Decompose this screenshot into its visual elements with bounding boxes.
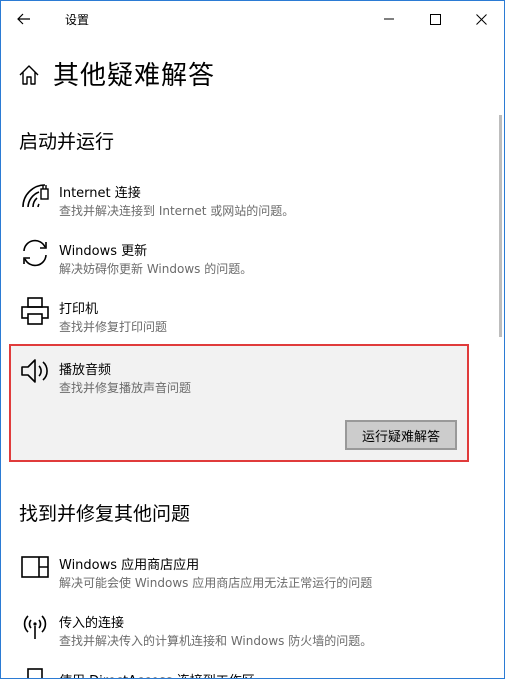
item-description: 查找并解决连接到 Internet 或网站的问题。 bbox=[59, 204, 295, 218]
troubleshooter-internet[interactable]: Internet 连接 查找并解决连接到 Internet 或网站的问题。 bbox=[9, 173, 469, 229]
item-description: 查找并修复播放声音问题 bbox=[59, 381, 192, 395]
refresh-icon bbox=[23, 239, 47, 267]
troubleshooter-directaccess[interactable]: 使用 DirectAccess 连接到工作区 bbox=[9, 661, 469, 678]
close-icon bbox=[475, 13, 487, 25]
window-split-icon bbox=[21, 556, 49, 578]
wifi-icon bbox=[22, 184, 49, 208]
troubleshooter-windows-update[interactable]: Windows 更新 解决妨碍你更新 Windows 的问题。 bbox=[9, 231, 469, 287]
back-arrow-icon bbox=[17, 13, 30, 25]
troubleshooter-printer[interactable]: 打印机 查找并修复打印问题 bbox=[9, 289, 469, 345]
item-description: 解决可能会使 Windows 应用商店应用无法正常运行的问题 bbox=[59, 576, 373, 590]
close-button[interactable] bbox=[458, 1, 504, 37]
item-title: Windows 应用商店应用 bbox=[59, 558, 200, 573]
printer-icon bbox=[21, 297, 49, 325]
troubleshooter-audio[interactable]: 播放音频 查找并修复播放声音问题 运行疑难解答 bbox=[9, 344, 469, 462]
minimize-button[interactable] bbox=[366, 1, 412, 37]
item-title: Windows 更新 bbox=[59, 244, 148, 259]
window-title: 设置 bbox=[65, 13, 90, 27]
item-title: 播放音频 bbox=[59, 363, 112, 378]
page-title: 其他疑难解答 bbox=[53, 61, 216, 91]
workplace-icon bbox=[27, 668, 43, 678]
item-title: 打印机 bbox=[59, 302, 99, 317]
item-title: 使用 DirectAccess 连接到工作区 bbox=[59, 670, 255, 678]
item-description: 查找并解决传入的计算机连接和 Windows 防火墙的问题。 bbox=[59, 634, 373, 648]
scrollbar[interactable] bbox=[499, 115, 502, 337]
title-bar: 设置 bbox=[1, 1, 504, 38]
troubleshooter-incoming-connections[interactable]: 传入的连接 查找并解决传入的计算机连接和 Windows 防火墙的问题。 bbox=[9, 603, 469, 659]
home-icon[interactable] bbox=[18, 64, 40, 86]
maximize-icon bbox=[429, 13, 441, 25]
item-description: 解决妨碍你更新 Windows 的问题。 bbox=[59, 262, 253, 276]
back-button[interactable] bbox=[7, 4, 41, 34]
maximize-button[interactable] bbox=[412, 1, 458, 37]
troubleshooter-store-apps[interactable]: Windows 应用商店应用 解决可能会使 Windows 应用商店应用无法正常… bbox=[9, 545, 469, 601]
section-title-other: 找到并修复其他问题 bbox=[19, 503, 191, 525]
page-header: 其他疑难解答 bbox=[1, 49, 481, 99]
minimize-icon bbox=[384, 18, 394, 20]
antenna-icon bbox=[23, 615, 47, 639]
run-troubleshooter-button[interactable]: 运行疑难解答 bbox=[345, 420, 457, 450]
item-title: Internet 连接 bbox=[59, 186, 141, 201]
item-description: 查找并修复打印问题 bbox=[59, 320, 168, 334]
settings-window: 设置 其他疑难解答 启动并运行 Internet 连接 查找并解决连接到 Int… bbox=[0, 0, 505, 679]
speaker-icon bbox=[21, 359, 48, 383]
section-title-startup: 启动并运行 bbox=[19, 131, 115, 153]
item-title: 传入的连接 bbox=[59, 616, 125, 631]
